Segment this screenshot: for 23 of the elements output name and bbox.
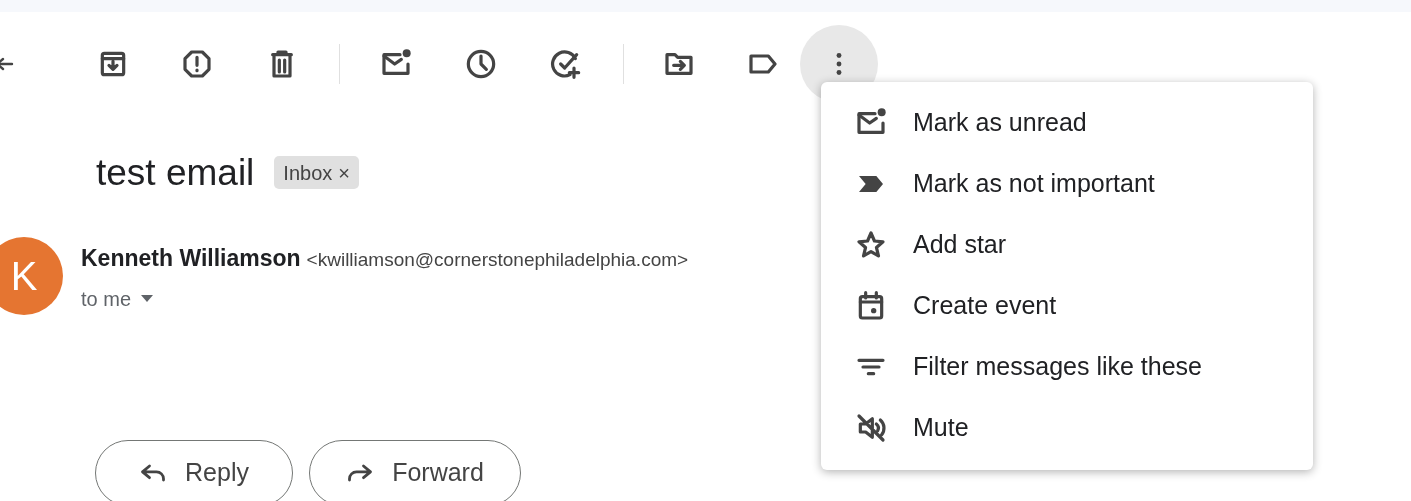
menu-item[interactable]: Mark as unread <box>821 92 1313 153</box>
clock-button[interactable] <box>464 47 498 81</box>
star-icon <box>855 228 887 261</box>
menu-item[interactable]: Add star <box>821 214 1313 275</box>
report-spam-button[interactable] <box>180 47 214 81</box>
caret-icon <box>141 295 154 302</box>
inbox-label-chip: Inbox × <box>274 156 359 189</box>
avatar: K <box>0 237 63 315</box>
email-subject: test email <box>96 154 255 191</box>
check-plus-button[interactable] <box>549 47 583 81</box>
sender-name: Kenneth Williamson <box>81 244 301 273</box>
remove-label-button[interactable]: × <box>338 157 350 188</box>
check-plus-icon <box>550 48 582 80</box>
menu-item[interactable]: Create event <box>821 275 1313 336</box>
vertical-dots-icon <box>836 53 842 75</box>
clock-icon <box>465 48 497 80</box>
menu-item[interactable]: Mark as not important <box>821 153 1313 214</box>
recipients-dropdown[interactable]: to me <box>81 283 154 314</box>
report-spam-icon <box>181 48 213 80</box>
muted-speaker-icon <box>855 411 887 444</box>
sender-email: <kwilliamson@cornerstonephiladelphia.com> <box>306 248 689 272</box>
menu-item[interactable]: Filter messages like these <box>821 336 1313 397</box>
menu-item[interactable]: Mute <box>821 397 1313 458</box>
